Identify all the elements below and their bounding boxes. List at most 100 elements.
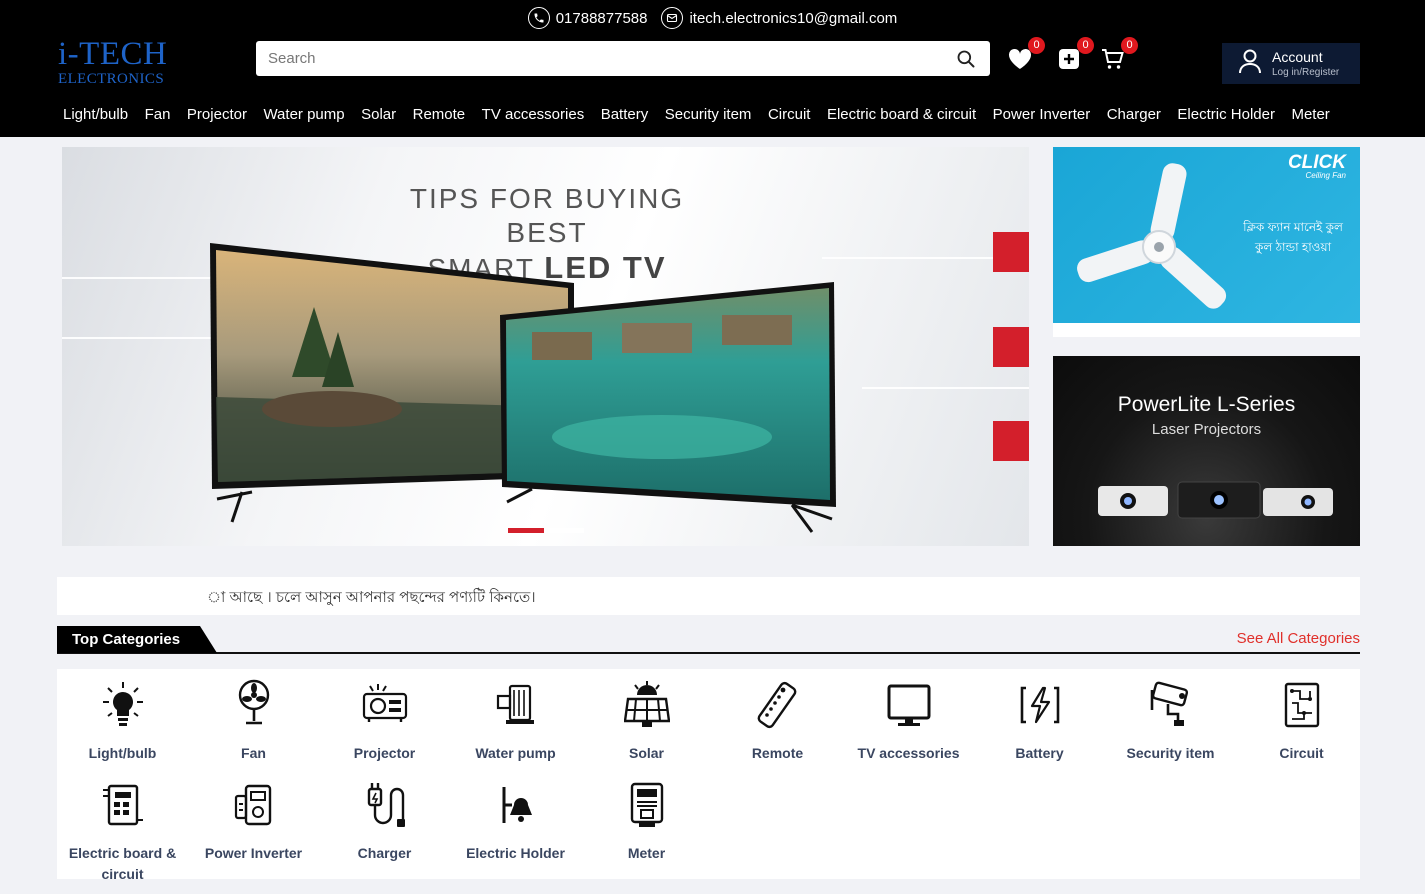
category-charger[interactable]: Charger bbox=[319, 779, 450, 864]
category-label: Circuit bbox=[1279, 745, 1324, 761]
category-label: Electric Holder bbox=[466, 845, 565, 861]
electric-holder-icon bbox=[491, 779, 541, 831]
banner-brand: CLICK bbox=[1287, 152, 1346, 173]
search-icon[interactable] bbox=[956, 49, 976, 69]
nav-item-tv-accessories[interactable]: TV accessories bbox=[482, 106, 585, 123]
category-water-pump[interactable]: Water pump bbox=[450, 679, 581, 764]
cart-button[interactable]: 0 bbox=[1100, 37, 1138, 75]
nav-item-solar[interactable]: Solar bbox=[361, 106, 396, 123]
main-nav: Light/bulb Fan Projector Water pump Sola… bbox=[63, 106, 1330, 123]
projector-image bbox=[1098, 481, 1333, 519]
circuit-icon bbox=[1277, 679, 1327, 731]
category-circuit[interactable]: Circuit bbox=[1236, 679, 1367, 764]
categories-header: Top Categories See All Categories bbox=[57, 626, 1360, 654]
category-remote[interactable]: Remote bbox=[712, 679, 843, 764]
slider-dots bbox=[508, 528, 584, 533]
categories-title: Top Categories bbox=[57, 626, 217, 653]
notice-marquee: া আছে । চলে আসুন আপনার পছন্দের পণ্যটি কি… bbox=[57, 577, 1360, 615]
account-label: Account bbox=[1272, 49, 1323, 65]
water-pump-icon bbox=[491, 679, 541, 731]
logo-line2: ELECTRONICS bbox=[58, 71, 165, 87]
site-header: 01788877588 itech.electronics10@gmail.co… bbox=[0, 0, 1425, 137]
category-label: Solar bbox=[628, 745, 664, 761]
category-label: Electric board & circuit bbox=[68, 845, 177, 882]
bulb-icon bbox=[98, 679, 148, 731]
click-logo: CLICK Ceiling Fan bbox=[1288, 153, 1346, 180]
heart-icon bbox=[1008, 48, 1032, 75]
battery-icon bbox=[1015, 679, 1065, 731]
cart-count: 0 bbox=[1121, 37, 1138, 54]
category-electric-board[interactable]: Electric board & circuit bbox=[57, 779, 188, 885]
nav-item-fan[interactable]: Fan bbox=[145, 106, 171, 123]
category-power-inverter[interactable]: Power Inverter bbox=[188, 779, 319, 864]
account-button[interactable]: Account Log in/Register bbox=[1222, 43, 1360, 84]
wishlist-button[interactable]: 0 bbox=[1007, 37, 1045, 75]
category-light-bulb[interactable]: Light/bulb bbox=[57, 679, 188, 764]
banner-tagline: ক্লিক ফ্যান মানেই কুল কুল ঠান্ডা হাওয়া bbox=[1243, 220, 1343, 254]
accent-block bbox=[993, 327, 1029, 367]
category-label: Charger bbox=[357, 845, 412, 861]
category-projector[interactable]: Projector bbox=[319, 679, 450, 764]
compare-count: 0 bbox=[1077, 37, 1094, 54]
slider-dot-2[interactable] bbox=[548, 528, 584, 533]
phone-icon bbox=[527, 7, 550, 29]
charger-icon bbox=[360, 779, 410, 831]
category-label: Meter bbox=[627, 845, 666, 861]
solar-icon bbox=[622, 679, 672, 731]
nav-item-power-inverter[interactable]: Power Inverter bbox=[993, 106, 1091, 123]
mail-icon bbox=[661, 7, 684, 29]
compare-button[interactable]: 0 bbox=[1056, 37, 1094, 75]
accent-block bbox=[993, 421, 1029, 461]
phone-contact[interactable]: 01788877588 bbox=[527, 7, 648, 29]
remote-icon bbox=[753, 679, 803, 731]
nav-item-water-pump[interactable]: Water pump bbox=[263, 106, 344, 123]
tv-product-image bbox=[210, 243, 836, 533]
nav-item-electric-holder[interactable]: Electric Holder bbox=[1177, 106, 1275, 123]
nav-item-projector[interactable]: Projector bbox=[187, 106, 247, 123]
category-label: Projector bbox=[353, 745, 416, 761]
category-tv-accessories[interactable]: TV accessories bbox=[843, 679, 974, 764]
nav-item-charger[interactable]: Charger bbox=[1107, 106, 1161, 123]
nav-item-remote[interactable]: Remote bbox=[413, 106, 466, 123]
cart-icon bbox=[1101, 48, 1125, 75]
category-label: Fan bbox=[241, 745, 266, 761]
site-logo[interactable]: i-TECH ELECTRONICS bbox=[58, 38, 167, 87]
category-battery[interactable]: Battery bbox=[974, 679, 1105, 764]
wishlist-count: 0 bbox=[1028, 37, 1045, 54]
category-label: TV accessories bbox=[857, 745, 960, 761]
nav-item-electric-board[interactable]: Electric board & circuit bbox=[827, 106, 976, 123]
banner-subtitle: Laser Projectors bbox=[1151, 421, 1262, 438]
fan-icon bbox=[229, 679, 279, 731]
nav-item-battery[interactable]: Battery bbox=[601, 106, 649, 123]
slider-dot-1[interactable] bbox=[508, 528, 544, 533]
category-fan[interactable]: Fan bbox=[188, 679, 319, 764]
category-label: Security item bbox=[1126, 745, 1215, 761]
category-label: Remote bbox=[751, 745, 804, 761]
logo-line1: i-TECH bbox=[58, 36, 168, 72]
fan-promo-banner[interactable]: CLICK Ceiling Fan ক্লিক ফ্যান মানেই কুল … bbox=[1053, 147, 1360, 337]
see-all-categories-link[interactable]: See All Categories bbox=[1237, 630, 1360, 647]
nav-item-meter[interactable]: Meter bbox=[1291, 106, 1329, 123]
category-security-item[interactable]: Security item bbox=[1105, 679, 1236, 764]
nav-item-security-item[interactable]: Security item bbox=[665, 106, 752, 123]
banner-title: PowerLite L-Series bbox=[1117, 393, 1296, 416]
accent-block bbox=[993, 232, 1029, 272]
search-bar bbox=[256, 41, 990, 76]
projector-promo-banner[interactable]: PowerLite L-Series Laser Projectors bbox=[1053, 356, 1360, 546]
category-meter[interactable]: Meter bbox=[581, 779, 712, 864]
nav-item-circuit[interactable]: Circuit bbox=[768, 106, 811, 123]
category-solar[interactable]: Solar bbox=[581, 679, 712, 764]
nav-item-light-bulb[interactable]: Light/bulb bbox=[63, 106, 128, 123]
power-inverter-icon bbox=[229, 779, 279, 831]
email-contact[interactable]: itech.electronics10@gmail.com bbox=[661, 7, 897, 29]
electric-board-icon bbox=[98, 779, 148, 831]
compare-icon bbox=[1058, 48, 1080, 75]
email-address: itech.electronics10@gmail.com bbox=[689, 9, 898, 27]
category-label: Power Inverter bbox=[204, 845, 303, 861]
phone-number: 01788877588 bbox=[555, 9, 648, 27]
hero-slider[interactable]: TIPS FOR BUYING BEST SMART LED TV bbox=[62, 147, 1029, 546]
category-label: Light/bulb bbox=[88, 745, 157, 761]
category-electric-holder[interactable]: Electric Holder bbox=[450, 779, 581, 864]
search-input[interactable] bbox=[256, 41, 936, 76]
category-label: Battery bbox=[1015, 745, 1064, 761]
